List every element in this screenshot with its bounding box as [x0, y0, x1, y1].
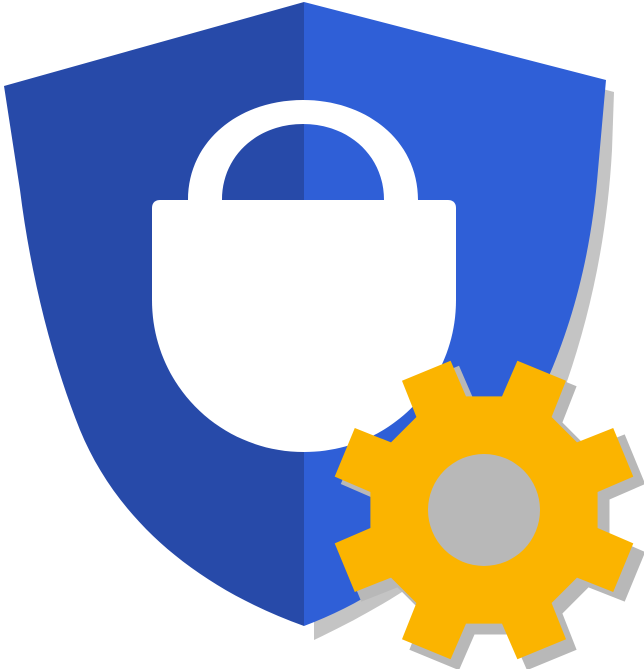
security-settings-illustration [4, 2, 644, 669]
security-settings-icon [0, 0, 644, 669]
